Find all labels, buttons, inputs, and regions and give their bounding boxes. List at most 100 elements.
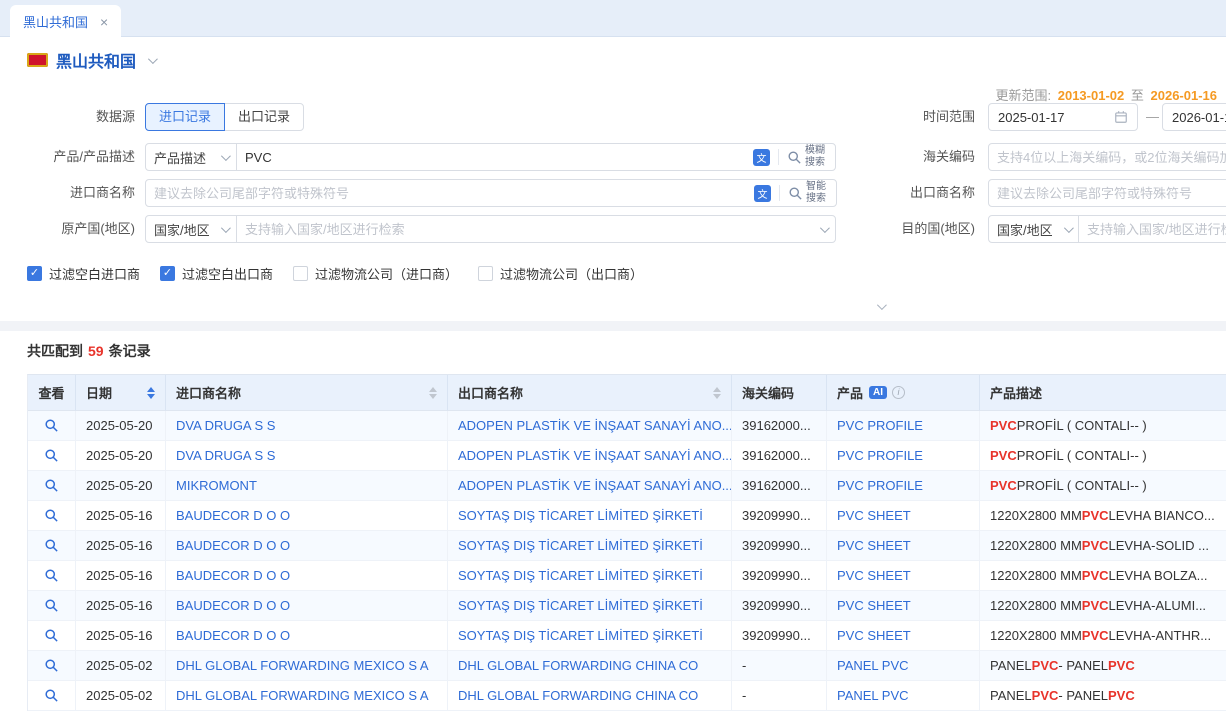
collapse-panel-button[interactable] <box>858 298 902 314</box>
destination-input[interactable] <box>1087 222 1226 237</box>
table-row: 2025-05-20 DVA DRUGA S S ADOPEN PLASTİK … <box>28 441 1226 471</box>
date-cell: 2025-05-16 <box>76 561 166 591</box>
view-magnifier-icon[interactable] <box>44 568 59 583</box>
view-cell[interactable] <box>28 591 76 621</box>
exporter-link[interactable]: ADOPEN PLASTİK VE İNŞAAT SANAYİ ANO... <box>448 471 732 501</box>
exporter-link[interactable]: DHL GLOBAL FORWARDING CHINA CO <box>448 681 732 711</box>
export-records-button[interactable]: 出口记录 <box>224 103 304 131</box>
chevron-down-icon <box>148 54 158 64</box>
view-magnifier-icon[interactable] <box>44 448 59 463</box>
filter-checkbox[interactable]: 过滤物流公司（进口商） <box>293 264 458 283</box>
data-source-label: 数据源 <box>27 103 135 131</box>
view-cell[interactable] <box>28 561 76 591</box>
date-from-input[interactable]: 2025-01-17 <box>988 103 1138 131</box>
importer-link[interactable]: BAUDECOR D O O <box>166 531 448 561</box>
product-type-select[interactable]: 产品描述 <box>145 143 237 171</box>
sort-carets-icon[interactable] <box>705 387 721 399</box>
view-magnifier-icon[interactable] <box>44 478 59 493</box>
translate-icon[interactable]: 文 <box>753 149 770 166</box>
column-header-1[interactable]: 日期 <box>76 375 166 411</box>
fuzzy-search-icon[interactable] <box>787 150 802 165</box>
origin-input[interactable] <box>245 222 820 237</box>
smart-search-icon[interactable] <box>788 186 803 201</box>
view-magnifier-icon[interactable] <box>44 598 59 613</box>
sort-carets-icon[interactable] <box>139 387 155 399</box>
column-header-3[interactable]: 出口商名称 <box>448 375 732 411</box>
exporter-link[interactable]: DHL GLOBAL FORWARDING CHINA CO <box>448 651 732 681</box>
view-cell[interactable] <box>28 501 76 531</box>
import-records-button[interactable]: 进口记录 <box>145 103 225 131</box>
view-cell[interactable] <box>28 471 76 501</box>
importer-input[interactable] <box>154 186 748 201</box>
filter-checkbox[interactable]: 过滤物流公司（出口商） <box>478 264 643 283</box>
view-cell[interactable] <box>28 411 76 441</box>
checkbox-unchecked-icon[interactable] <box>293 266 308 281</box>
product-link[interactable]: PVC SHEET <box>827 621 980 651</box>
exporter-link[interactable]: SOYTAŞ DIŞ TİCARET LİMİTED ŞİRKETİ <box>448 621 732 651</box>
date-cell: 2025-05-16 <box>76 591 166 621</box>
importer-link[interactable]: BAUDECOR D O O <box>166 591 448 621</box>
date-range-separator: — <box>1146 103 1159 131</box>
exporter-link[interactable]: SOYTAŞ DIŞ TİCARET LİMİTED ŞİRKETİ <box>448 561 732 591</box>
table-row: 2025-05-16 BAUDECOR D O O SOYTAŞ DIŞ TİC… <box>28 561 1226 591</box>
exporter-link[interactable]: SOYTAŞ DIŞ TİCARET LİMİTED ŞİRKETİ <box>448 591 732 621</box>
view-cell[interactable] <box>28 681 76 711</box>
product-link[interactable]: PVC PROFILE <box>827 441 980 471</box>
close-icon[interactable]: × <box>100 15 108 29</box>
date-cell: 2025-05-02 <box>76 651 166 681</box>
view-cell[interactable] <box>28 651 76 681</box>
checkbox-checked-icon[interactable]: ✓ <box>160 266 175 281</box>
date-to-input[interactable]: 2026-01-16 <box>1162 103 1226 131</box>
importer-link[interactable]: BAUDECOR D O O <box>166 501 448 531</box>
exporter-link[interactable]: SOYTAŞ DIŞ TİCARET LİMİTED ŞİRKETİ <box>448 531 732 561</box>
view-magnifier-icon[interactable] <box>44 418 59 433</box>
importer-link[interactable]: DHL GLOBAL FORWARDING MEXICO S A <box>166 681 448 711</box>
info-icon[interactable]: i <box>892 386 905 399</box>
exporter-input[interactable] <box>997 186 1226 201</box>
product-link[interactable]: PVC SHEET <box>827 501 980 531</box>
importer-link[interactable]: BAUDECOR D O O <box>166 561 448 591</box>
view-magnifier-icon[interactable] <box>44 508 59 523</box>
exporter-link[interactable]: ADOPEN PLASTİK VE İNŞAAT SANAYİ ANO... <box>448 411 732 441</box>
importer-link[interactable]: DVA DRUGA S S <box>166 411 448 441</box>
view-magnifier-icon[interactable] <box>44 658 59 673</box>
exporter-link[interactable]: SOYTAŞ DIŞ TİCARET LİMİTED ŞİRKETİ <box>448 501 732 531</box>
product-link[interactable]: PANEL PVC <box>827 651 980 681</box>
sort-carets-icon[interactable] <box>421 387 437 399</box>
hs-code-input[interactable] <box>997 150 1226 165</box>
tab-montenegro[interactable]: 黑山共和国 × <box>10 5 121 38</box>
view-magnifier-icon[interactable] <box>44 538 59 553</box>
product-link[interactable]: PVC SHEET <box>827 531 980 561</box>
exporter-link[interactable]: ADOPEN PLASTİK VE İNŞAAT SANAYİ ANO... <box>448 441 732 471</box>
product-link[interactable]: PVC SHEET <box>827 561 980 591</box>
smart-search-label[interactable]: 智能搜索 <box>806 181 828 205</box>
checkbox-unchecked-icon[interactable] <box>478 266 493 281</box>
fuzzy-search-label[interactable]: 模糊搜索 <box>805 145 827 169</box>
product-link[interactable]: PVC PROFILE <box>827 471 980 501</box>
view-cell[interactable] <box>28 531 76 561</box>
table-row: 2025-05-16 BAUDECOR D O O SOYTAŞ DIŞ TİC… <box>28 591 1226 621</box>
product-link[interactable]: PVC SHEET <box>827 591 980 621</box>
translate-icon[interactable]: 文 <box>754 185 771 202</box>
column-header-2[interactable]: 进口商名称 <box>166 375 448 411</box>
product-link[interactable]: PANEL PVC <box>827 681 980 711</box>
filter-checkbox[interactable]: ✓过滤空白出口商 <box>160 264 273 283</box>
checkbox-checked-icon[interactable]: ✓ <box>27 266 42 281</box>
country-header[interactable]: 黑山共和国 <box>27 48 155 72</box>
destination-select[interactable]: 国家/地区 <box>988 215 1080 243</box>
app-window: 黑山共和国 × 黑山共和国 更新范围: 2013-01-02 至 2026-01… <box>0 0 1226 714</box>
filter-checkbox[interactable]: ✓过滤空白进口商 <box>27 264 140 283</box>
importer-link[interactable]: MIKROMONT <box>166 471 448 501</box>
importer-link[interactable]: DHL GLOBAL FORWARDING MEXICO S A <box>166 651 448 681</box>
origin-input-wrap <box>236 215 836 243</box>
column-label: 查看 <box>38 383 64 402</box>
importer-link[interactable]: DVA DRUGA S S <box>166 441 448 471</box>
view-cell[interactable] <box>28 441 76 471</box>
view-cell[interactable] <box>28 621 76 651</box>
product-input[interactable] <box>245 150 747 165</box>
view-magnifier-icon[interactable] <box>44 628 59 643</box>
view-magnifier-icon[interactable] <box>44 688 59 703</box>
importer-link[interactable]: BAUDECOR D O O <box>166 621 448 651</box>
origin-select[interactable]: 国家/地区 <box>145 215 237 243</box>
product-link[interactable]: PVC PROFILE <box>827 411 980 441</box>
